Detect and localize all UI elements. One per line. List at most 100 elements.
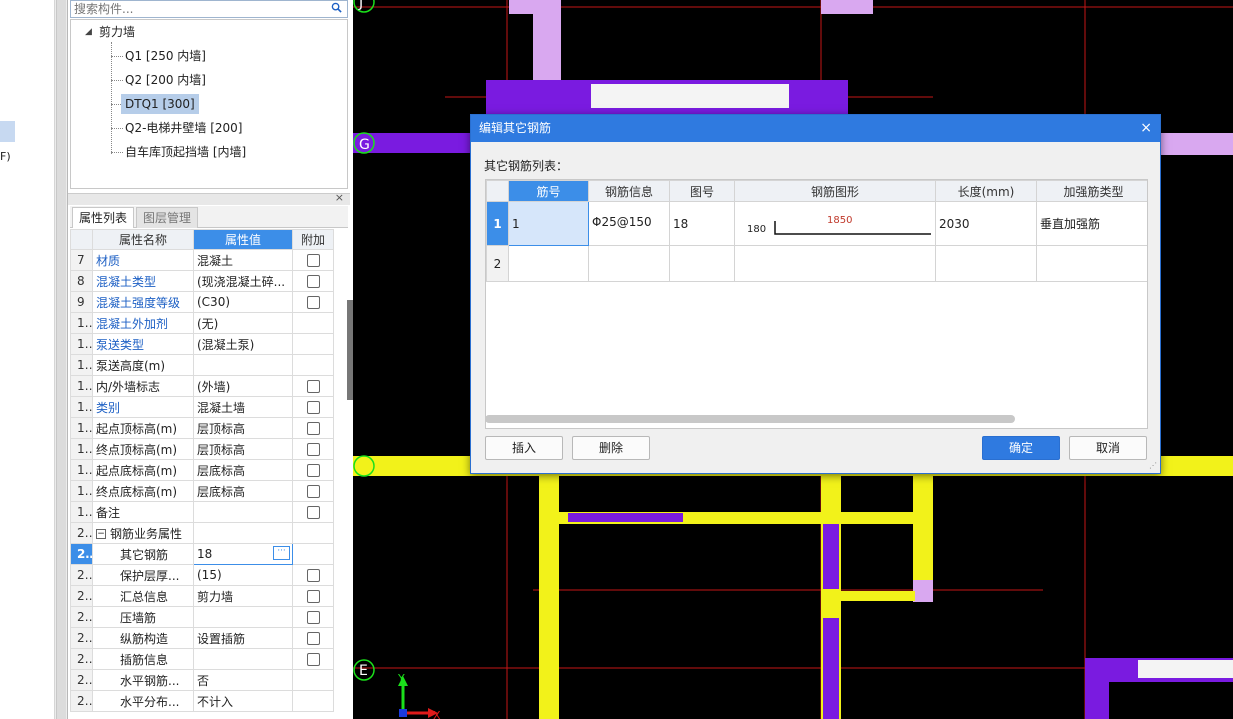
ok-button[interactable]: 确定	[982, 436, 1060, 460]
tree-item[interactable]: Q1 [250 内墙]	[121, 46, 210, 66]
tab-property-list[interactable]: 属性列表	[72, 207, 135, 228]
property-name[interactable]: 终点顶标高(m)	[92, 438, 194, 460]
table-row[interactable]: 10 混凝土外加剂 (无)	[70, 312, 334, 334]
grid-horizontal-scrollbar[interactable]	[485, 415, 1015, 423]
table-row[interactable]: 28 水平分布... 不计入	[70, 690, 334, 712]
cell-info[interactable]	[588, 245, 670, 282]
cell-fig[interactable]	[669, 245, 735, 282]
tree-root[interactable]: 剪力墙	[95, 22, 139, 42]
table-row[interactable]: 18 终点底标高(m) 层底标高	[70, 480, 334, 502]
property-name[interactable]: 混凝土外加剂	[92, 312, 194, 334]
property-value[interactable]: 设置插筋	[193, 627, 293, 649]
cell-bar-no[interactable]: 1	[508, 201, 589, 246]
table-row[interactable]: 13 内/外墙标志 (外墙)	[70, 375, 334, 397]
insert-button[interactable]: 插入	[485, 436, 563, 460]
table-row[interactable]: 16 终点顶标高(m) 层顶标高	[70, 438, 334, 460]
cell-shape[interactable]	[734, 245, 936, 282]
cancel-button[interactable]: 取消	[1069, 436, 1147, 460]
property-value[interactable]: 层底标高	[193, 480, 293, 502]
extra-checkbox[interactable]	[306, 296, 320, 309]
property-name[interactable]: 保护层厚...	[92, 564, 194, 586]
grid-header-type[interactable]: 加强筋类型	[1036, 180, 1147, 202]
extra-checkbox[interactable]	[306, 653, 320, 666]
close-icon[interactable]: ×	[335, 191, 344, 204]
extra-checkbox[interactable]	[306, 443, 320, 456]
cell-type[interactable]: 垂直加强筋	[1036, 201, 1147, 246]
property-name[interactable]: 插筋信息	[92, 648, 194, 670]
table-row[interactable]: 17 起点底标高(m) 层底标高	[70, 459, 334, 481]
table-row[interactable]: 25 纵筋构造 设置插筋	[70, 627, 334, 649]
table-row[interactable]: 21 其它钢筋 18 ···	[70, 543, 334, 565]
table-row[interactable]: 2	[486, 245, 1147, 282]
property-name[interactable]: 起点顶标高(m)	[92, 417, 194, 439]
tree-item[interactable]: 自车库顶起挡墙 [内墙]	[121, 142, 250, 162]
extra-checkbox[interactable]	[306, 401, 320, 414]
property-value[interactable]: 混凝土	[193, 249, 293, 271]
property-value[interactable]: 层顶标高	[193, 417, 293, 439]
property-value[interactable]: (外墙)	[193, 375, 293, 397]
left-nav-selected[interactable]	[0, 121, 15, 142]
left-scrollbar[interactable]	[55, 0, 67, 719]
prop-header-extra[interactable]: 附加	[292, 229, 334, 250]
prop-header-value[interactable]: 属性值	[193, 229, 293, 250]
grid-header-shape[interactable]: 钢筋图形	[734, 180, 936, 202]
tree-item[interactable]: Q2 [200 内墙]	[121, 70, 210, 90]
property-value[interactable]	[193, 522, 293, 544]
table-row[interactable]: 22 保护层厚... (15)	[70, 564, 334, 586]
property-value[interactable]	[193, 501, 293, 523]
row-number[interactable]: 1	[486, 201, 509, 246]
table-row[interactable]: 14 类别 混凝土墙	[70, 396, 334, 418]
table-row[interactable]: 27 水平钢筋... 否	[70, 669, 334, 691]
property-name[interactable]: 压墙筋	[92, 606, 194, 628]
property-name[interactable]: 材质	[92, 249, 194, 271]
extra-checkbox[interactable]	[306, 485, 320, 498]
cell-bar-no[interactable]	[508, 245, 589, 282]
property-name[interactable]: 纵筋构造	[92, 627, 194, 649]
property-value[interactable]: 不计入	[193, 690, 293, 712]
delete-button[interactable]: 删除	[572, 436, 650, 460]
property-name[interactable]: 其它钢筋	[92, 543, 194, 565]
property-value[interactable]: 剪力墙	[193, 585, 293, 607]
ellipsis-icon[interactable]: ···	[273, 546, 290, 560]
cell-length[interactable]	[935, 245, 1037, 282]
grid-header-info[interactable]: 钢筋信息	[588, 180, 670, 202]
property-name[interactable]: 汇总信息	[92, 585, 194, 607]
cell-type[interactable]	[1036, 245, 1147, 282]
property-name[interactable]: 水平钢筋...	[92, 669, 194, 691]
table-row[interactable]: 20− 钢筋业务属性	[70, 522, 334, 544]
property-name[interactable]: 泵送类型	[92, 333, 194, 355]
tree-item[interactable]: DTQ1 [300]	[121, 94, 199, 114]
row-number[interactable]: 2	[486, 245, 509, 282]
property-value[interactable]: 否	[193, 669, 293, 691]
extra-checkbox[interactable]	[306, 590, 320, 603]
grid-header-fig[interactable]: 图号	[669, 180, 735, 202]
search-input[interactable]	[71, 1, 321, 17]
property-name[interactable]: 内/外墙标志	[92, 375, 194, 397]
cell-shape[interactable]: 180 1850	[734, 201, 936, 246]
property-name[interactable]: 终点底标高(m)	[92, 480, 194, 502]
search-icon[interactable]	[331, 2, 342, 13]
table-row[interactable]: 8 混凝土类型 (现浇混凝土碎...	[70, 270, 334, 292]
table-row[interactable]: 24 压墙筋	[70, 606, 334, 628]
property-value[interactable]: (混凝土泵)	[193, 333, 293, 355]
property-value[interactable]: 层底标高	[193, 459, 293, 481]
cell-info[interactable]: Φ25@150	[588, 201, 670, 246]
table-row[interactable]: 9 混凝土强度等级 (C30)	[70, 291, 334, 313]
extra-checkbox[interactable]	[306, 632, 320, 645]
extra-checkbox[interactable]	[306, 254, 320, 267]
property-value[interactable]: 18 ···	[193, 543, 293, 565]
extra-checkbox[interactable]	[306, 275, 320, 288]
cell-length[interactable]: 2030	[935, 201, 1037, 246]
resize-grip-icon[interactable]: ⋰	[1149, 461, 1157, 470]
property-name[interactable]: 起点底标高(m)	[92, 459, 194, 481]
property-name[interactable]: 备注	[92, 501, 194, 523]
tree-item[interactable]: Q2-电梯井壁墙 [200]	[121, 118, 247, 138]
table-row[interactable]: 7 材质 混凝土	[70, 249, 334, 271]
property-value[interactable]: 混凝土墙	[193, 396, 293, 418]
property-name[interactable]: 混凝土类型	[92, 270, 194, 292]
property-value[interactable]: (无)	[193, 312, 293, 334]
grid-header-length[interactable]: 长度(mm)	[935, 180, 1037, 202]
property-value[interactable]	[193, 648, 293, 670]
property-value[interactable]	[193, 354, 293, 376]
table-row[interactable]: 19 备注	[70, 501, 334, 523]
